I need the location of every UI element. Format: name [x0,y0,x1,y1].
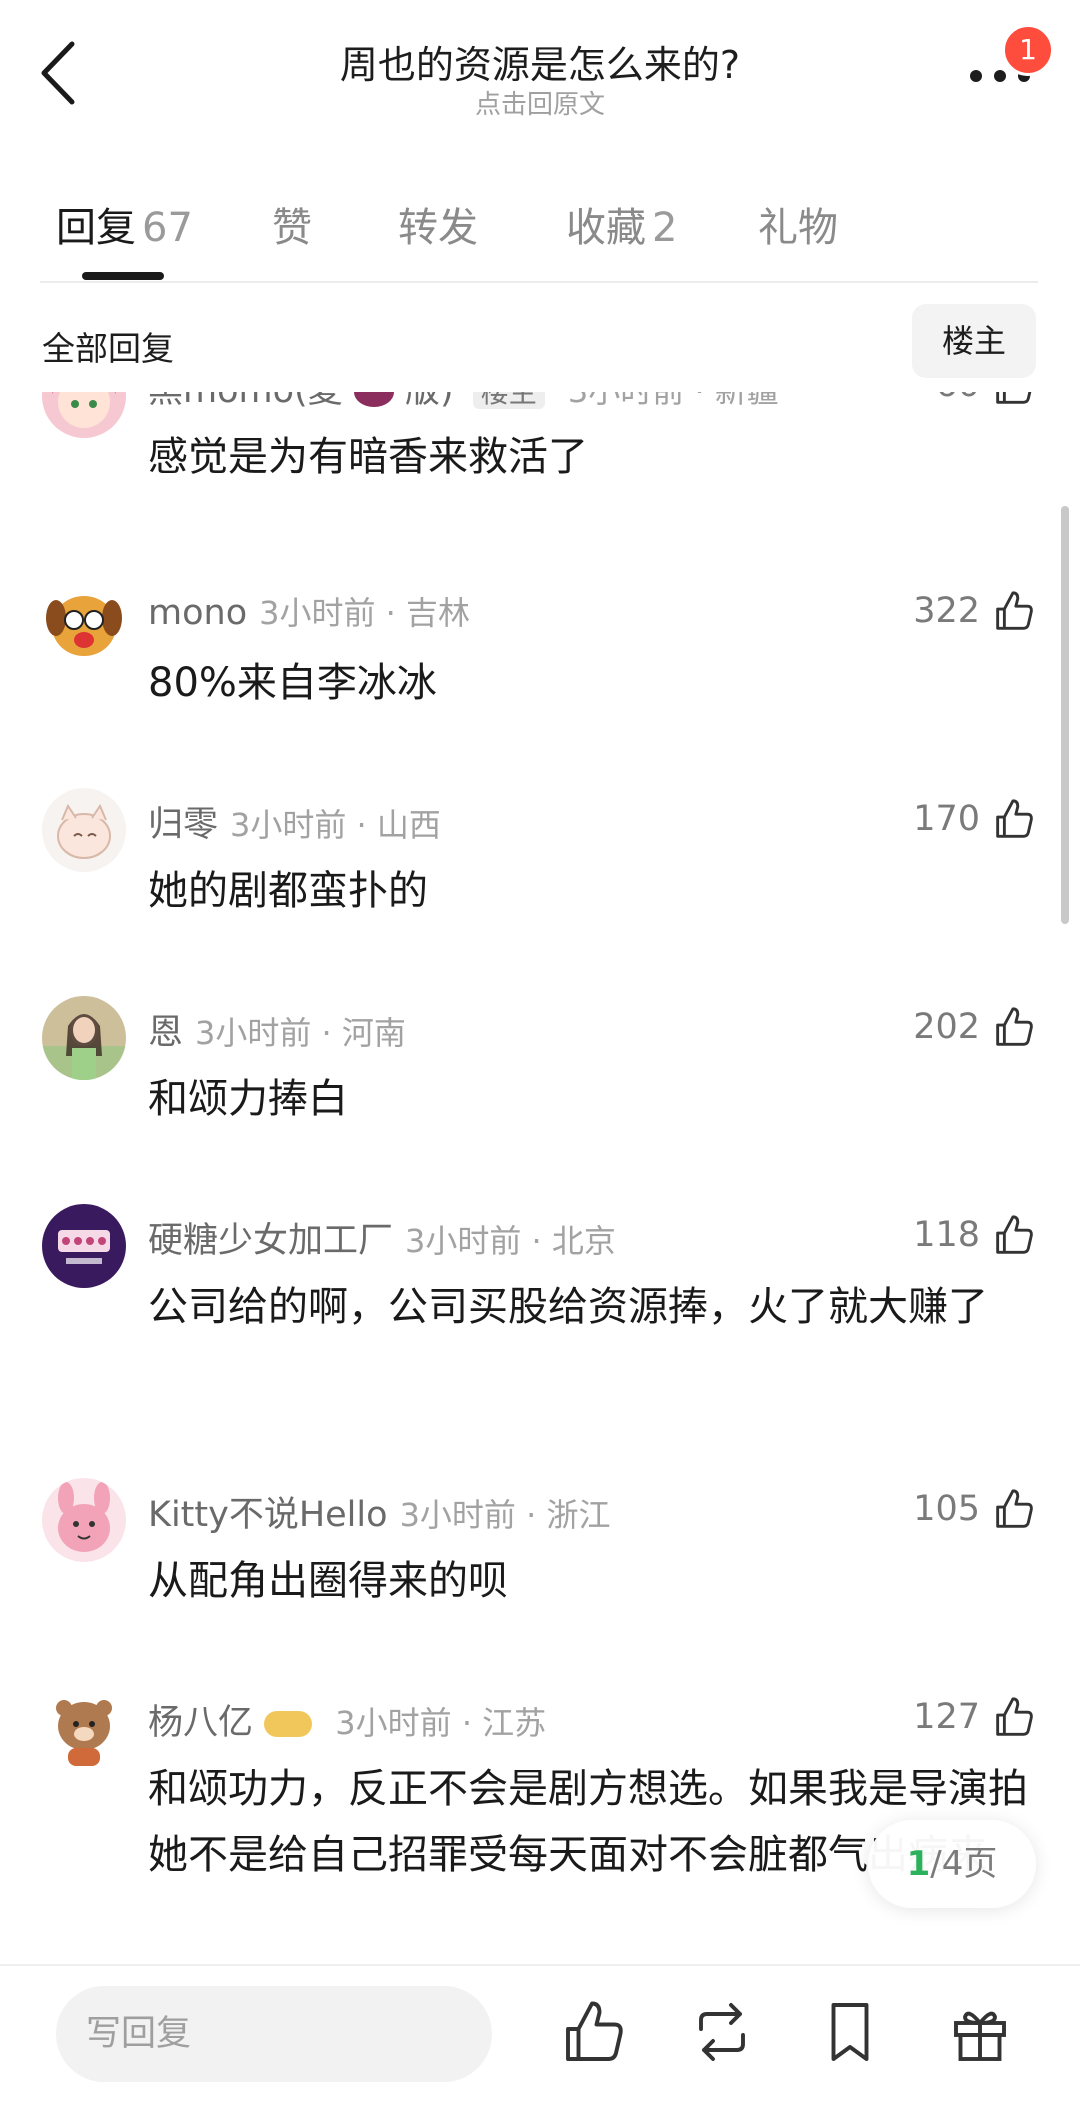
avatar[interactable] [42,1478,126,1562]
tab-gifts[interactable]: 礼物 [758,195,838,253]
avatar[interactable] [42,580,126,664]
author-badge: 楼主 [472,392,545,409]
username[interactable]: 杨八亿 [148,1703,253,1743]
reply-input[interactable]: 写回复 [56,1986,492,2082]
comment-meta: Kitty不说Hello 3小时前 · 浙江 [148,1486,610,1537]
repost-icon[interactable] [686,1996,758,2068]
comment-meta: mono 3小时前 · 吉林 [148,588,470,634]
username[interactable]: 黑momo(夏 [148,392,343,411]
scrollbar[interactable] [1061,506,1069,924]
comment-meta: 恩 3小时前 · 河南 [148,1004,406,1055]
timestamp-location: 3小时前 · 新疆 [568,392,779,410]
avatar[interactable] [42,996,126,1080]
thumbs-up-icon [996,1215,1033,1254]
tab-count: 67 [142,205,193,251]
gift-icon[interactable] [944,1996,1016,2068]
notification-badge: 1 [1002,24,1054,76]
like-button[interactable]: 127 [913,1694,1036,1740]
comment-meta: 归零 3小时前 · 山西 [148,796,441,847]
like-count: 202 [913,1007,980,1047]
comment-meta: 黑momo(夏 版) 楼主 3小时前 · 新疆 [148,392,779,413]
grapes-icon [353,392,394,407]
avatar[interactable] [42,1204,126,1288]
tab-count: 2 [652,205,678,251]
tab-replies[interactable]: 回复 67 [56,195,193,253]
avatar[interactable] [42,392,126,438]
comment-text: 和颂力捧白 [148,1076,348,1122]
current-page: 1 [906,1844,931,1884]
like-count: 322 [913,591,980,631]
page-title[interactable]: 周也的资源是怎么来的? [0,34,1080,89]
avatar[interactable] [42,1686,126,1770]
tab-likes[interactable]: 赞 [272,195,312,253]
comment-text: 公司给的啊，公司买股给资源捧，火了就大赚了 [148,1284,988,1330]
like-button[interactable]: 170 [913,796,1036,842]
like-button[interactable]: 105 [913,1486,1036,1532]
view-original-link[interactable]: 点击回原文 [0,84,1080,121]
like-count: 127 [913,1697,980,1737]
avatar[interactable] [42,788,126,872]
active-tab-indicator [82,272,164,280]
owner-only-button[interactable]: 楼主 [912,304,1036,378]
username[interactable]: 归零 [148,805,218,845]
total-pages: /4页 [930,1844,998,1884]
divider [0,1964,1080,1966]
comment-text: 感觉是为有暗香来救活了 [148,434,588,480]
medal-icon [264,1711,313,1737]
comment-text: 80%来自李冰冰 [148,660,437,706]
comment-meta: 硬糖少女加工厂 3小时前 · 北京 [148,1212,616,1263]
thumbs-up-icon [996,1007,1033,1046]
comment-text: 她的剧都蛮扑的 [148,868,428,914]
timestamp-location: 3小时前 · 山西 [230,806,441,844]
thumbs-up-icon [996,392,1032,404]
tab-label: 收藏 [566,205,646,251]
divider [40,281,1038,283]
like-count: 118 [913,1215,980,1255]
like-count: 60 [935,392,980,405]
timestamp-location: 3小时前 · 江苏 [335,1704,547,1742]
thumbs-up-icon [996,1697,1033,1736]
page-indicator[interactable]: 1/4页 [868,1820,1036,1908]
comment-text: 从配角出圈得来的呗 [148,1558,508,1604]
like-button[interactable]: 202 [913,1004,1036,1050]
like-button[interactable]: 60 [935,392,1036,408]
thumbs-up-icon [996,1489,1033,1528]
username[interactable]: 恩 [148,1013,183,1053]
like-button[interactable]: 322 [913,588,1036,634]
username[interactable]: Kitty不说Hello [148,1495,388,1535]
tab-favorites[interactable]: 收藏 2 [566,195,677,253]
tab-label: 回复 [56,205,136,251]
thumbs-up-icon [996,591,1033,630]
like-count: 170 [913,799,980,839]
filter-all-replies[interactable]: 全部回复 [42,322,174,370]
timestamp-location: 3小时前 · 河南 [195,1014,406,1052]
like-count: 105 [913,1489,980,1529]
tab-reposts[interactable]: 转发 [398,195,478,253]
comment-meta: 杨八亿 3小时前 · 江苏 [148,1694,546,1745]
timestamp-location: 3小时前 · 浙江 [399,1496,611,1534]
username[interactable]: 硬糖少女加工厂 [148,1221,393,1261]
thumbs-up-icon [996,799,1033,838]
comment-list[interactable]: 黑momo(夏 版) 楼主 3小时前 · 新疆 60 感觉是为有暗香来救活了 m… [0,392,1080,1964]
timestamp-location: 3小时前 · 北京 [405,1222,616,1260]
bookmark-icon[interactable] [814,1996,886,2068]
username[interactable]: mono [148,593,247,633]
timestamp-location: 3小时前 · 吉林 [259,594,470,632]
like-button[interactable]: 118 [913,1212,1036,1258]
thumbs-up-icon[interactable] [556,1996,628,2068]
